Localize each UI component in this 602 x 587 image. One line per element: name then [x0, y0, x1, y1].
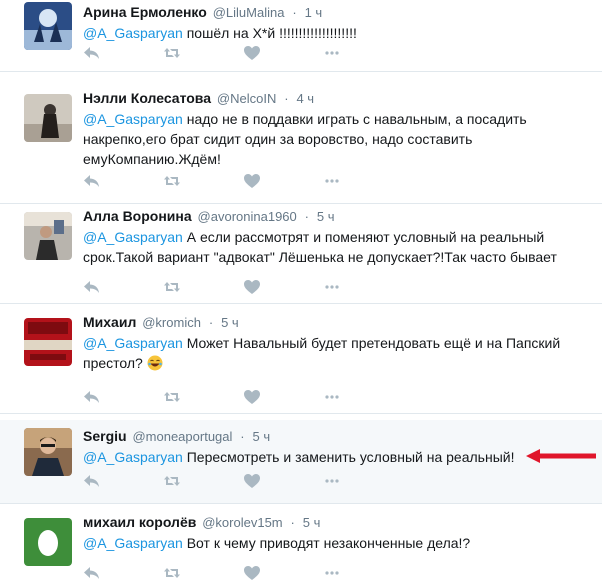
reply-icon[interactable] [83, 388, 103, 408]
tweet-header: Михаил @kromich · 5 ч [83, 312, 590, 333]
tweet-text: @A_Gasparyan Может Навальный будет прете… [83, 333, 590, 373]
tweet-text: @A_Gasparyan надо не в поддавки играть с… [83, 109, 590, 169]
tweet-text: @A_Gasparyan Пересмотреть и заменить усл… [83, 447, 590, 467]
timestamp[interactable]: 4 ч [296, 91, 314, 106]
retweet-icon[interactable] [163, 564, 183, 584]
tweet-header: Sergiu @moneaportugal · 5 ч [83, 426, 590, 447]
avatar[interactable] [24, 94, 72, 142]
more-icon[interactable] [323, 44, 343, 64]
tweet-header: Арина Ермоленко @LiluMalina · 1 ч [83, 2, 590, 23]
tweet-4[interactable]: Михаил @kromich · 5 ч @A_Gasparyan Может… [0, 310, 602, 414]
avatar[interactable] [24, 518, 72, 566]
reply-icon[interactable] [83, 564, 103, 584]
reply-icon[interactable] [83, 472, 103, 492]
mention-link[interactable]: @A_Gasparyan [83, 25, 183, 41]
tweet-6[interactable]: михаил королёв @korolev15m · 5 ч @A_Gasp… [0, 510, 602, 587]
timestamp[interactable]: 5 ч [303, 515, 321, 530]
username[interactable]: @korolev15m [202, 515, 282, 530]
red-arrow-icon [524, 448, 598, 464]
more-icon[interactable] [323, 564, 343, 584]
retweet-icon[interactable] [163, 44, 183, 64]
reply-icon[interactable] [83, 44, 103, 64]
laughing-emoji-icon [147, 355, 163, 371]
heart-icon[interactable] [243, 278, 263, 298]
timestamp[interactable]: 5 ч [253, 429, 271, 444]
tweet-text: @A_Gasparyan пошёл на Х*й !!!!!!!!!!!!!!… [83, 23, 590, 43]
retweet-icon[interactable] [163, 278, 183, 298]
timestamp[interactable]: 5 ч [317, 209, 335, 224]
avatar[interactable] [24, 318, 72, 366]
username[interactable]: @avoronina1960 [198, 209, 297, 224]
tweet-header: Алла Воронина @avoronina1960 · 5 ч [83, 206, 590, 227]
mention-link[interactable]: @A_Gasparyan [83, 111, 183, 127]
mention-link[interactable]: @A_Gasparyan [83, 335, 183, 351]
more-icon[interactable] [323, 472, 343, 492]
fullname[interactable]: Нэлли Колесатова [83, 90, 211, 106]
retweet-icon[interactable] [163, 472, 183, 492]
separator: · [292, 5, 297, 20]
separator: · [304, 209, 309, 224]
tweet-text: @A_Gasparyan А если рассмотрят и поменяю… [83, 227, 590, 267]
username[interactable]: @LiluMalina [213, 5, 285, 20]
mention-link[interactable]: @A_Gasparyan [83, 229, 183, 245]
more-icon[interactable] [323, 172, 343, 192]
tweet-text: @A_Gasparyan Вот к чему приводят незакон… [83, 533, 590, 553]
separator: · [290, 515, 295, 530]
separator: · [240, 429, 245, 444]
username[interactable]: @moneaportugal [132, 429, 232, 444]
more-icon[interactable] [323, 278, 343, 298]
tweet-body: Пересмотреть и заменить условный на реал… [182, 449, 515, 465]
heart-icon[interactable] [243, 472, 263, 492]
username[interactable]: @kromich [142, 315, 201, 330]
separator: · [208, 315, 214, 330]
heart-icon[interactable] [243, 172, 263, 192]
reply-icon[interactable] [83, 172, 103, 192]
avatar[interactable] [24, 2, 72, 50]
tweet-5[interactable]: Sergiu @moneaportugal · 5 ч @A_Gasparyan… [0, 420, 602, 504]
heart-icon[interactable] [243, 388, 263, 408]
avatar[interactable] [24, 212, 72, 260]
fullname[interactable]: Sergiu [83, 428, 127, 444]
tweet-body: Вот к чему приводят незаконченные дела!? [182, 535, 471, 551]
retweet-icon[interactable] [163, 388, 183, 408]
fullname[interactable]: Алла Воронина [83, 208, 192, 224]
retweet-icon[interactable] [163, 172, 183, 192]
tweet-2[interactable]: Нэлли Колесатова @NelcoIN · 4 ч @A_Gaspa… [0, 86, 602, 204]
tweet-header: Нэлли Колесатова @NelcoIN · 4 ч [83, 88, 590, 109]
separator: · [284, 91, 289, 106]
fullname[interactable]: Арина Ермоленко [83, 4, 207, 20]
more-icon[interactable] [323, 388, 343, 408]
tweet-header: михаил королёв @korolev15m · 5 ч [83, 512, 590, 533]
username[interactable]: @NelcoIN [217, 91, 276, 106]
fullname[interactable]: михаил королёв [83, 514, 196, 530]
tweet-body: пошёл на Х*й !!!!!!!!!!!!!!!!!!!! [182, 25, 357, 41]
heart-icon[interactable] [243, 564, 263, 584]
avatar[interactable] [24, 428, 72, 476]
mention-link[interactable]: @A_Gasparyan [83, 449, 183, 465]
reply-icon[interactable] [83, 278, 103, 298]
tweet-3[interactable]: Алла Воронина @avoronina1960 · 5 ч @A_Ga… [0, 204, 602, 304]
timestamp[interactable]: 1 ч [305, 5, 323, 20]
timestamp[interactable]: 5 ч [221, 315, 239, 330]
mention-link[interactable]: @A_Gasparyan [83, 535, 183, 551]
heart-icon[interactable] [243, 44, 263, 64]
tweet-1[interactable]: Арина Ермоленко @LiluMalina · 1 ч @A_Gas… [0, 0, 602, 72]
fullname[interactable]: Михаил [83, 314, 136, 330]
